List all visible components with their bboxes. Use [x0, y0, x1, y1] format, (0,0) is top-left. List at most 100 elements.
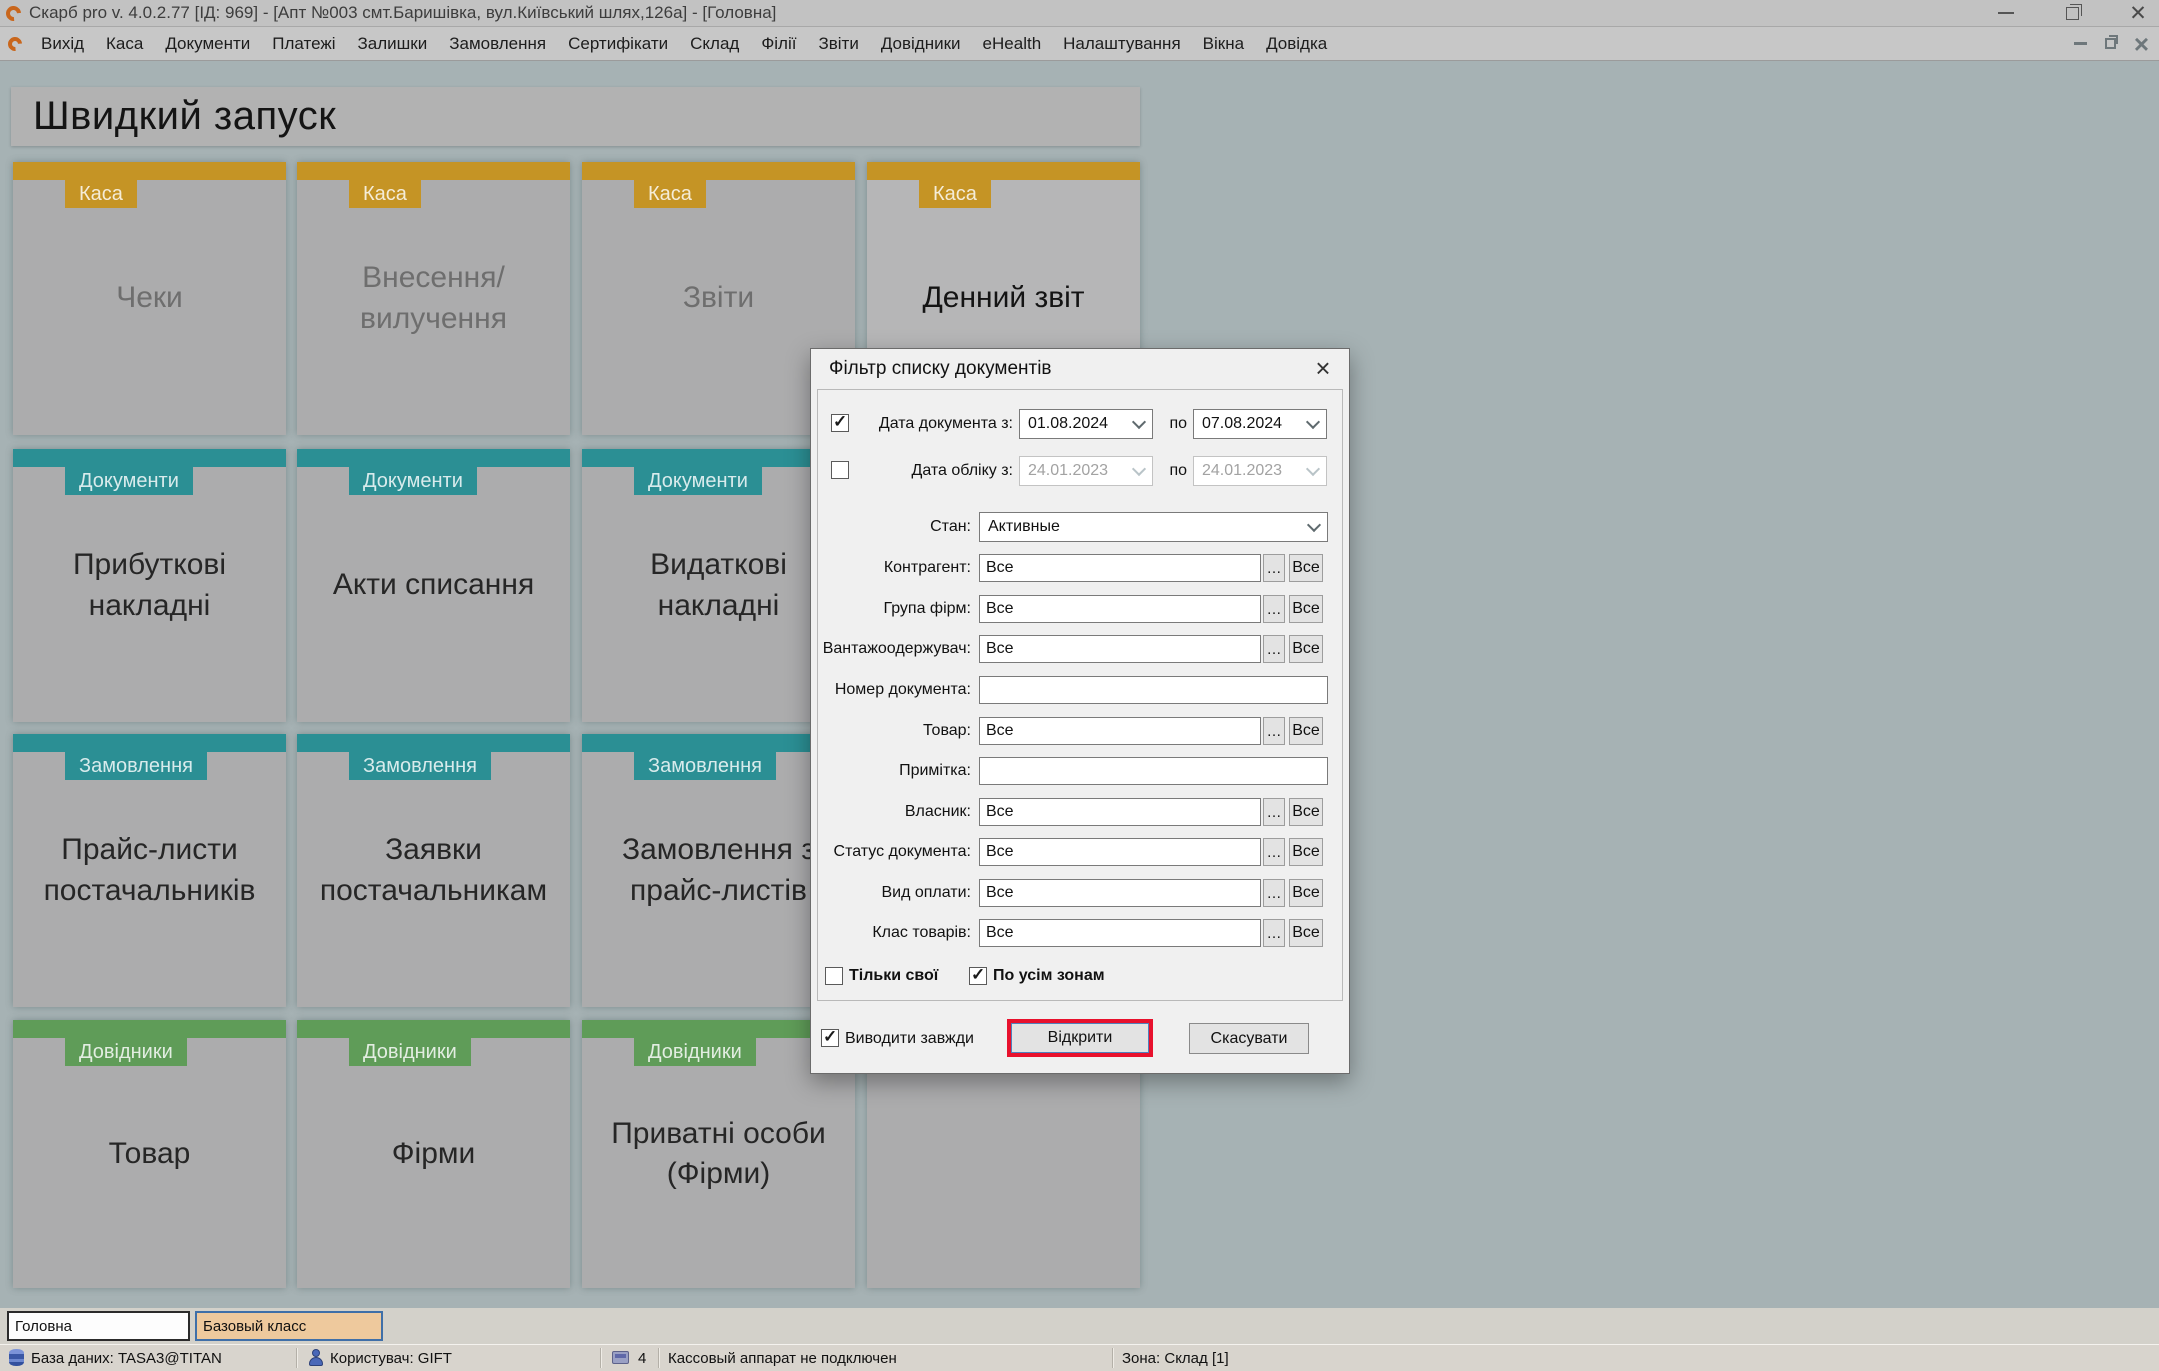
cancel-button[interactable]: Скасувати [1189, 1023, 1309, 1054]
tile-firmy[interactable]: Довідники Фірми [297, 1020, 570, 1288]
chevron-down-icon [1131, 414, 1147, 430]
mdi-restore-icon[interactable] [2104, 35, 2118, 49]
filter-row-stan: Стан: Активные [811, 512, 1351, 542]
klas-tovariv-input[interactable] [979, 919, 1261, 947]
grupa-firm-more-button[interactable]: … [1263, 595, 1285, 623]
statusbar-zone: Зона: Склад [1] [1122, 1350, 1229, 1367]
tovar-input[interactable] [979, 717, 1261, 745]
status-bar: База даних: TASA3@TITAN Користувач: GIFT… [0, 1344, 2159, 1371]
vantazhooderzhuvach-input[interactable] [979, 635, 1261, 663]
vyd-oplaty-all-button[interactable]: Все [1289, 879, 1323, 907]
dialog-close-icon[interactable]: × [1309, 355, 1337, 381]
menu-item-zalyshky[interactable]: Залишки [347, 34, 439, 54]
statusbar-divider [658, 1348, 660, 1368]
menu-item-platezhi[interactable]: Платежі [261, 34, 346, 54]
status-dokumenta-more-button[interactable]: … [1263, 838, 1285, 866]
vantazhooderzhuvach-more-button[interactable]: … [1263, 635, 1285, 663]
filter-dialog: Фільтр списку документів × Дата документ… [810, 348, 1350, 1074]
prymitka-label: Примітка: [899, 762, 971, 779]
date-account-from-combo: 24.01.2023 [1019, 456, 1153, 486]
close-button[interactable]: ✕ [2125, 0, 2151, 26]
tile-label: Прибуткові накладні [72, 548, 227, 622]
date-document-checkbox[interactable] [831, 412, 849, 432]
filter-row-vantazhooderzhuvach: Вантажоодержувач: … Все [811, 634, 1351, 664]
klas-tovariv-more-button[interactable]: … [1263, 919, 1285, 947]
menu-item-zamovlennya[interactable]: Замовлення [438, 34, 557, 54]
tab-bazovyi-klass[interactable]: Базовый класс [195, 1311, 383, 1341]
menu-item-dovidka[interactable]: Довідка [1255, 34, 1338, 54]
statusbar-divider [1112, 1348, 1114, 1368]
menu-item-filii[interactable]: Філії [750, 34, 807, 54]
filter-row-kontragent: Контрагент: … Все [811, 553, 1351, 583]
menu-item-kasa[interactable]: Каса [95, 34, 154, 54]
tile-zayavky-postachalnykam[interactable]: Замовлення Заявки постачальникам [297, 734, 570, 1007]
menu-item-nalashtuvannya[interactable]: Налаштування [1052, 34, 1192, 54]
menu-item-zvity[interactable]: Звіти [807, 34, 869, 54]
date-document-from-combo[interactable]: 01.08.2024 [1019, 409, 1153, 439]
window-controls: ✕ [1993, 0, 2151, 26]
mdi-child-logo-icon[interactable] [5, 33, 25, 54]
vlasnyk-input[interactable] [979, 798, 1261, 826]
always-show-checkbox[interactable] [821, 1027, 839, 1047]
vyd-oplaty-input[interactable] [979, 879, 1261, 907]
only-own-checkbox[interactable] [825, 967, 843, 985]
filter-row-date-document: Дата документа з: 01.08.2024 по 07.08.20… [811, 409, 1351, 439]
filter-row-klas-tovariv: Клас товарів: … Все [811, 918, 1351, 948]
bottom-tabs-strip: Головна Базовый класс [0, 1308, 2159, 1344]
vantazhooderzhuvach-all-button[interactable]: Все [1289, 635, 1323, 663]
cash-register-icon [612, 1351, 629, 1364]
kontragent-label: Контрагент: [883, 559, 971, 576]
menu-item-sertyfikaty[interactable]: Сертифікати [557, 34, 679, 54]
status-dokumenta-all-button[interactable]: Все [1289, 838, 1323, 866]
date-document-to-combo[interactable]: 07.08.2024 [1193, 409, 1327, 439]
menu-item-dovidnyky[interactable]: Довідники [870, 34, 972, 54]
kontragent-all-button[interactable]: Все [1289, 554, 1323, 582]
app-logo-icon [2, 2, 25, 24]
vlasnyk-more-button[interactable]: … [1263, 798, 1285, 826]
grupa-firm-input[interactable] [979, 595, 1261, 623]
status-dokumenta-input[interactable] [979, 838, 1261, 866]
stan-select[interactable]: Активные [979, 512, 1328, 542]
stan-value: Активные [988, 518, 1060, 535]
all-zones-label: По усім зонам [993, 967, 1105, 984]
tile-tovar[interactable]: Довідники Товар [13, 1020, 286, 1288]
klas-tovariv-all-button[interactable]: Все [1289, 919, 1323, 947]
menu-item-dokumenty[interactable]: Документи [154, 34, 261, 54]
all-zones-checkbox[interactable] [969, 965, 987, 985]
vyd-oplaty-more-button[interactable]: … [1263, 879, 1285, 907]
date-account-label: Дата обліку з: [911, 462, 1013, 479]
tovar-all-button[interactable]: Все [1289, 717, 1323, 745]
dialog-title: Фільтр списку документів [829, 358, 1052, 379]
mdi-close-icon[interactable]: × [2134, 31, 2149, 57]
menu-item-vykhid[interactable]: Вихід [30, 34, 95, 54]
restore-icon [2065, 3, 2082, 20]
tile-price-lists[interactable]: Замовлення Прайс-листи постачальників [13, 734, 286, 1007]
mdi-minimize-icon[interactable] [2073, 42, 2087, 45]
menu-item-ehealth[interactable]: eHealth [972, 34, 1053, 54]
date-document-from-value: 01.08.2024 [1028, 415, 1109, 432]
tile-vnesennya-vyluchennya[interactable]: Каса Внесення/вилучення [297, 162, 570, 435]
menu-item-vikna[interactable]: Вікна [1192, 34, 1255, 54]
restore-button[interactable] [2059, 0, 2085, 26]
minimize-button[interactable] [1993, 0, 2019, 26]
tile-label: Акти списання [332, 568, 535, 602]
tab-holovna[interactable]: Головна [7, 1311, 190, 1341]
menu-item-sklad[interactable]: Склад [679, 34, 750, 54]
date-document-to-label: по [1169, 415, 1187, 432]
date-account-checkbox[interactable] [831, 461, 849, 479]
tile-akty-spysannya[interactable]: Документи Акти списання [297, 449, 570, 722]
open-button[interactable]: Відкрити [1011, 1023, 1149, 1053]
status-dokumenta-label: Статус документа: [833, 843, 971, 860]
kontragent-input[interactable] [979, 554, 1261, 582]
vlasnyk-all-button[interactable]: Все [1289, 798, 1323, 826]
menu-bar: Вихід Каса Документи Платежі Залишки Зам… [0, 27, 2159, 61]
tile-cheky[interactable]: Каса Чеки [13, 162, 286, 435]
filter-row-tovar: Товар: … Все [811, 716, 1351, 746]
kontragent-more-button[interactable]: … [1263, 554, 1285, 582]
filter-row-grupa-firm: Група фірм: … Все [811, 594, 1351, 624]
tile-prybutkovi-nakladni[interactable]: Документи Прибуткові накладні [13, 449, 286, 722]
grupa-firm-all-button[interactable]: Все [1289, 595, 1323, 623]
tovar-more-button[interactable]: … [1263, 717, 1285, 745]
nomer-dokumenta-input[interactable] [979, 676, 1328, 704]
prymitka-input[interactable] [979, 757, 1328, 785]
